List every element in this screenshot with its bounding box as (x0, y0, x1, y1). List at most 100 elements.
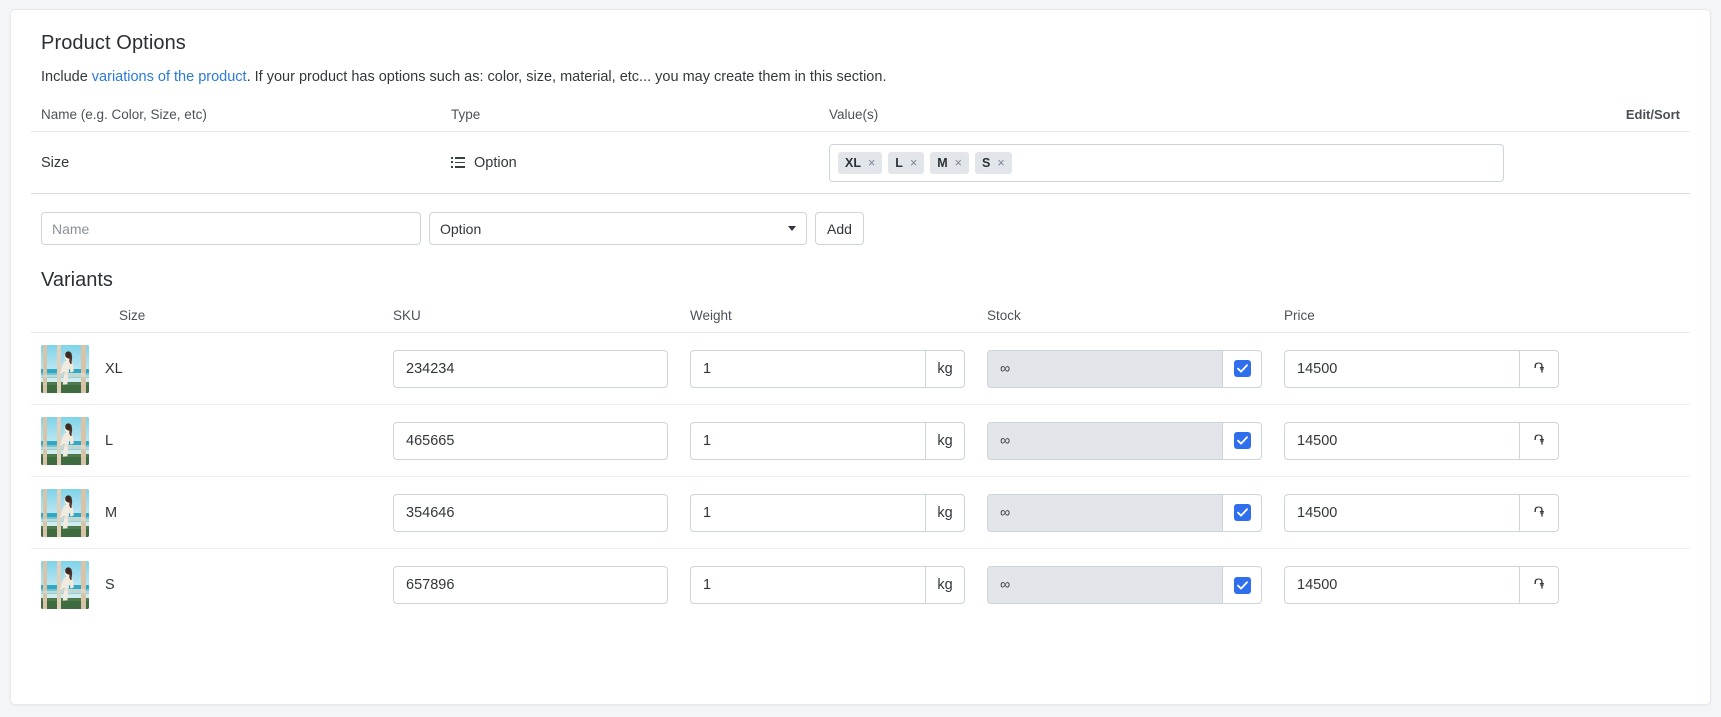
value-tag-label: XL (845, 155, 861, 170)
value-tag-label: L (895, 155, 903, 170)
add-option-form: Option Add (31, 194, 1690, 245)
variants-header-stock: Stock (987, 308, 1021, 323)
weight-unit-addon: kg (925, 493, 965, 532)
weight-unit-addon: kg (925, 566, 965, 604)
variant-size-label: L (105, 432, 114, 449)
options-header-values: Value(s) (829, 107, 879, 122)
table-row: M kg (31, 477, 1690, 549)
option-name-input[interactable] (41, 212, 421, 245)
weight-unit-addon: kg (925, 421, 965, 460)
variations-link[interactable]: variations of the product (92, 69, 247, 85)
section-description: Include variations of the product. If yo… (41, 69, 1690, 85)
variants-table-body: XL kg (31, 333, 1690, 621)
product-options-card: Product Options Include variations of th… (10, 9, 1711, 705)
variants-header-sku: SKU (393, 308, 421, 323)
stock-input (987, 493, 1222, 532)
weight-input[interactable] (690, 421, 925, 460)
value-tag-label: S (981, 155, 991, 170)
variant-stock-cell (987, 421, 1284, 460)
stock-unlimited-checkbox[interactable] (1233, 360, 1251, 377)
options-table-header: Name (e.g. Color, Size, etc) Type Value(… (31, 107, 1690, 132)
table-row: L kg (31, 405, 1690, 477)
option-type-label: Option (474, 154, 517, 171)
page-title: Product Options (41, 32, 186, 54)
stock-unlimited-checkbox[interactable] (1233, 576, 1251, 594)
option-row-size: Size Option XL × L × M × S × (31, 132, 1690, 194)
value-tag-label: M (937, 155, 948, 170)
variant-price-cell: ֏ (1284, 566, 1690, 604)
weight-input[interactable] (690, 493, 925, 532)
weight-input[interactable] (690, 566, 925, 604)
stock-unlimited-addon (1222, 566, 1262, 604)
close-icon[interactable]: × (868, 156, 875, 170)
variant-size-label: XL (105, 360, 123, 377)
value-tag[interactable]: L × (888, 151, 925, 174)
stock-unlimited-checkbox[interactable] (1233, 432, 1251, 449)
option-values-cell: XL × L × M × S × (829, 143, 1570, 182)
option-type-cell: Option (451, 155, 829, 171)
variant-stock-cell (987, 349, 1284, 388)
option-name-cell: Size (41, 154, 70, 171)
variant-weight-cell: kg (690, 493, 987, 532)
options-header-type: Type (451, 107, 481, 122)
variant-size-cell: XL (31, 344, 393, 393)
variant-sku-cell (393, 421, 690, 460)
variant-thumbnail[interactable] (41, 488, 89, 537)
weight-unit-addon: kg (925, 349, 965, 388)
weight-input[interactable] (690, 349, 925, 388)
variant-price-cell: ֏ (1284, 493, 1690, 532)
sku-input[interactable] (393, 421, 668, 460)
stock-unlimited-addon (1222, 349, 1262, 388)
variants-title: Variants (41, 269, 113, 291)
value-tag[interactable]: M × (930, 151, 969, 174)
price-input[interactable] (1284, 421, 1519, 460)
variant-size-cell: L (31, 416, 393, 465)
stock-input (987, 421, 1222, 460)
currency-symbol-addon: ֏ (1519, 493, 1559, 532)
stock-unlimited-addon (1222, 421, 1262, 460)
variant-price-cell: ֏ (1284, 421, 1690, 460)
close-icon[interactable]: × (997, 156, 1004, 170)
table-row: S kg (31, 549, 1690, 621)
variant-sku-cell (393, 566, 690, 604)
options-header-name: Name (e.g. Color, Size, etc) (41, 107, 207, 122)
price-input[interactable] (1284, 493, 1519, 532)
sku-input[interactable] (393, 349, 668, 388)
variant-stock-cell (987, 566, 1284, 604)
variant-price-cell: ֏ (1284, 349, 1690, 388)
variant-thumbnail[interactable] (41, 344, 89, 393)
variants-header-size: Size (119, 308, 146, 323)
variant-thumbnail[interactable] (41, 416, 89, 465)
variant-weight-cell: kg (690, 566, 987, 604)
currency-symbol-addon: ֏ (1519, 566, 1559, 604)
value-tag[interactable]: S × (974, 151, 1012, 174)
close-icon[interactable]: × (910, 156, 917, 170)
sku-input[interactable] (393, 493, 668, 532)
variant-thumbnail[interactable] (41, 561, 89, 609)
description-prefix: Include (41, 69, 92, 85)
variants-header-price: Price (1284, 308, 1315, 323)
value-tags-input[interactable]: XL × L × M × S × (829, 143, 1504, 182)
variants-table-header: Size SKU Weight Stock Price (31, 308, 1690, 333)
options-header-edit-sort[interactable]: Edit/Sort (1570, 107, 1690, 122)
variant-sku-cell (393, 349, 690, 388)
price-input[interactable] (1284, 349, 1519, 388)
value-tag[interactable]: XL × (838, 151, 883, 174)
variant-weight-cell: kg (690, 349, 987, 388)
option-type-select[interactable]: Option (429, 212, 807, 245)
add-option-button[interactable]: Add (815, 212, 864, 245)
table-row: XL kg (31, 333, 1690, 405)
stock-input (987, 566, 1222, 604)
variant-size-label: M (105, 504, 118, 521)
currency-symbol-addon: ֏ (1519, 421, 1559, 460)
variant-weight-cell: kg (690, 421, 987, 460)
price-input[interactable] (1284, 566, 1519, 604)
stock-unlimited-checkbox[interactable] (1233, 504, 1251, 521)
stock-input (987, 349, 1222, 388)
close-icon[interactable]: × (955, 156, 962, 170)
variant-size-cell: S (31, 561, 393, 609)
sku-input[interactable] (393, 566, 668, 604)
option-type-select-wrapper: Option (429, 212, 807, 245)
variant-size-cell: M (31, 488, 393, 537)
currency-symbol-addon: ֏ (1519, 349, 1559, 388)
